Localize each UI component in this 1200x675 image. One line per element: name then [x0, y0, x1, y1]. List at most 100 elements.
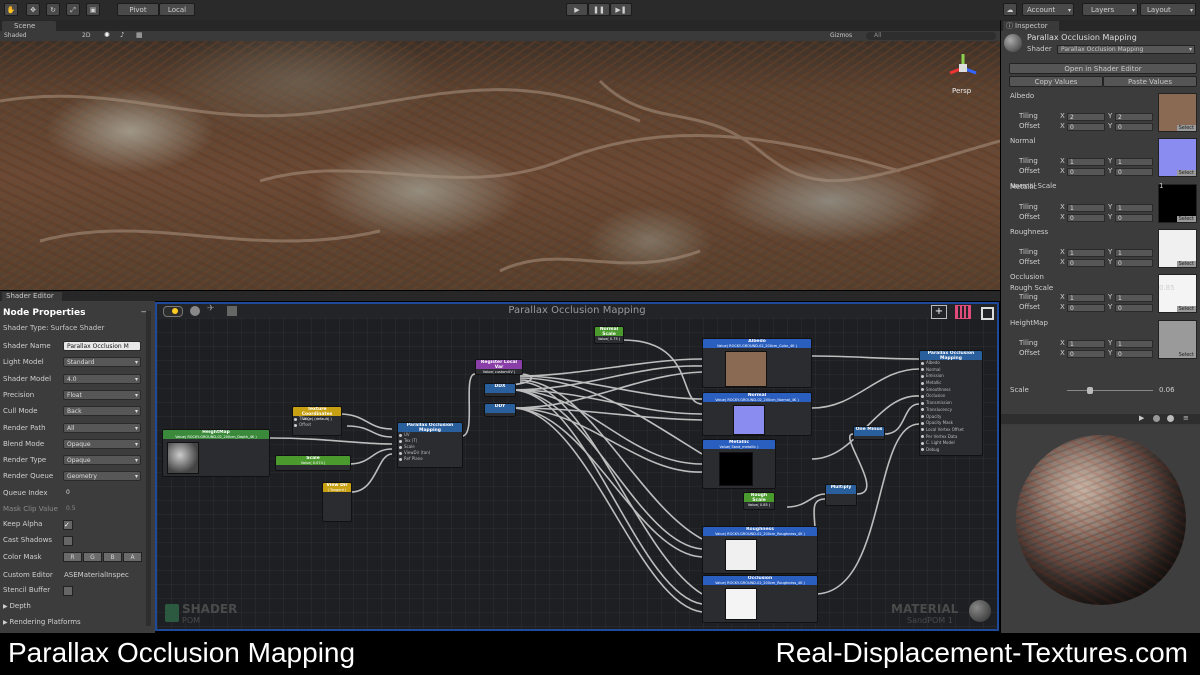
layers-dropdown[interactable]: Layers [1082, 3, 1138, 17]
tiling-x-field[interactable]: 1 [1067, 248, 1105, 257]
property-field[interactable]: 0 [63, 488, 141, 498]
offset-port[interactable]: Offset [293, 422, 341, 428]
output-input-port[interactable]: Smoothness [920, 387, 982, 394]
custom-editor-field[interactable]: ASEMaterialInspec [64, 568, 129, 582]
tiling-y-field[interactable]: 1 [1115, 248, 1153, 257]
layout-dropdown[interactable]: Layout [1140, 3, 1196, 17]
property-dropdown[interactable]: All [63, 422, 141, 433]
keep-alpha-checkbox[interactable]: ✓ [63, 520, 73, 530]
scale-slider-handle[interactable] [1087, 387, 1093, 394]
scale-slider-track[interactable] [1067, 390, 1153, 391]
preview-light-icon[interactable] [1167, 415, 1174, 422]
scale-node[interactable]: Scale Value( 0.074 ) [275, 455, 351, 471]
tiling-x-field[interactable]: 1 [1067, 294, 1105, 303]
tiling-y-field[interactable]: 1 [1115, 339, 1153, 348]
shader-dropdown[interactable]: Parallax Occlusion Mapping [1057, 45, 1195, 54]
output-input-port[interactable]: Albedo [920, 360, 982, 367]
output-input-port[interactable]: Debug [920, 447, 982, 454]
output-input-port[interactable]: C. Light Model [920, 440, 982, 447]
open-in-shader-editor-button[interactable]: Open in Shader Editor [1009, 63, 1197, 74]
step-button[interactable]: ▶❚ [610, 3, 632, 16]
scale-tool-icon[interactable]: ⤢ [66, 3, 80, 16]
tiling-x-field[interactable]: 2 [1067, 113, 1105, 121]
normal-sampler-node[interactable]: Normal Value( ROCKY-GROUND-02_200cm_Norma… [702, 392, 812, 436]
color-mask-r-button[interactable]: R [63, 552, 82, 562]
play-button[interactable]: ▶ [566, 3, 588, 16]
normal-scale-value[interactable]: 1 [1159, 182, 1163, 190]
offset-y-field[interactable]: 0 [1115, 213, 1153, 222]
stencil-buffer-checkbox[interactable] [63, 586, 73, 596]
color-mask-b-button[interactable]: B [103, 552, 122, 562]
preview-play-icon[interactable]: ▶ [1139, 414, 1144, 422]
pause-button[interactable]: ❚❚ [588, 3, 610, 16]
scene-search-input[interactable]: All [866, 32, 996, 40]
output-input-port[interactable]: Transmission [920, 400, 982, 407]
one-minus-node[interactable]: One Minus [853, 426, 885, 440]
albedo-sampler-node[interactable]: Albedo Value( ROCKY-GROUND-02_200cm_Color… [702, 338, 812, 388]
occlusion-sampler-node[interactable]: Occlusion Value( ROCKY-GROUND-02_200cm_Ro… [702, 575, 818, 623]
move-tool-icon[interactable]: ✥ [26, 3, 40, 16]
output-input-port[interactable]: Opacity Mask [920, 420, 982, 427]
property-dropdown[interactable]: Geometry [63, 471, 141, 482]
property-dropdown[interactable]: Opaque [63, 455, 141, 466]
texture-slot[interactable]: Select [1158, 228, 1197, 268]
scale-value[interactable]: 0.06 [1159, 386, 1175, 394]
normal-scale-node[interactable]: Normal Scale Value( 0.75 ) [594, 326, 624, 344]
tiling-y-field[interactable]: 1 [1115, 158, 1153, 167]
texture-slot[interactable]: Select [1158, 93, 1197, 132]
persp-label[interactable]: Persp [952, 87, 971, 95]
2d-toggle[interactable]: 2D [82, 32, 90, 39]
rough-scale-value[interactable]: 0.85 [1159, 284, 1175, 292]
heightmap-node[interactable]: HeightMap Value( ROCKY-GROUND-02_200cm_De… [162, 429, 270, 477]
texture-slot[interactable]: Select [1158, 138, 1197, 178]
gizmos-dropdown[interactable]: Gizmos [830, 32, 852, 39]
select-texture-button[interactable]: Select [1176, 306, 1196, 313]
select-texture-button[interactable]: Select [1176, 170, 1196, 177]
tiling-x-field[interactable]: 1 [1067, 203, 1105, 212]
pom-input-port[interactable]: Ref Plane [398, 456, 462, 462]
offset-x-field[interactable]: 0 [1067, 168, 1105, 177]
tiling-x-field[interactable]: 1 [1067, 158, 1105, 167]
offset-x-field[interactable]: 0 [1067, 304, 1105, 313]
property-dropdown[interactable]: Float [63, 389, 141, 400]
pom-node[interactable]: Parallax Occlusion Mapping UV Tex (T) Scal… [397, 422, 463, 468]
offset-y-field[interactable]: 0 [1115, 258, 1153, 267]
output-input-port[interactable]: Local Vertex Offset [920, 427, 982, 434]
offset-y-field[interactable]: 0 [1115, 304, 1153, 313]
cloud-icon[interactable]: ☁ [1003, 3, 1017, 16]
pivot-toggle[interactable]: Pivot [117, 3, 159, 16]
property-dropdown[interactable]: Opaque [63, 438, 141, 449]
tiling-y-field[interactable]: 1 [1115, 203, 1153, 212]
tab-scene[interactable]: Scene [2, 21, 56, 31]
local-toggle[interactable]: Local [159, 3, 195, 16]
select-texture-button[interactable]: Select [1176, 260, 1196, 267]
scene-viewport[interactable]: Persp [0, 41, 1000, 290]
rendering-platforms-foldout[interactable]: ▶ Rendering Platforms [3, 615, 143, 629]
offset-y-field[interactable]: 0 [1115, 123, 1153, 131]
property-dropdown[interactable]: Back [63, 406, 141, 417]
ddx-node[interactable]: DDX [484, 383, 516, 397]
ddy-node[interactable]: DDY [484, 403, 516, 417]
tab-inspector[interactable]: ⓘ Inspector [1003, 21, 1059, 31]
offset-y-field[interactable]: 0 [1115, 349, 1153, 358]
rough-scale-node[interactable]: Rough Scale Value( 0.85 ) [743, 492, 775, 510]
preview-options-icon[interactable]: ≡ [1183, 414, 1189, 422]
output-input-port[interactable]: Emission [920, 373, 982, 380]
preview-sphere[interactable] [1016, 435, 1186, 605]
panel-scrollbar[interactable] [146, 311, 151, 626]
output-input-port[interactable]: Normal [920, 367, 982, 374]
shading-dropdown[interactable]: Shaded [4, 32, 27, 39]
tiling-y-field[interactable]: 1 [1115, 294, 1153, 303]
lighting-icon[interactable]: ✺ [104, 31, 110, 39]
preview-sphere-icon[interactable] [1153, 415, 1160, 422]
rotate-tool-icon[interactable]: ↻ [46, 3, 60, 16]
output-input-port[interactable]: Translucency [920, 407, 982, 414]
tab-shader-editor[interactable]: Shader Editor [2, 292, 62, 301]
offset-x-field[interactable]: 0 [1067, 213, 1105, 222]
cast-shadows-checkbox[interactable] [63, 536, 73, 546]
select-texture-button[interactable]: Select [1176, 351, 1196, 358]
output-input-port[interactable]: Opacity [920, 414, 982, 421]
multiply-node[interactable]: Multiply [825, 484, 857, 506]
offset-x-field[interactable]: 0 [1067, 123, 1105, 131]
node-graph-canvas[interactable]: ✈ Parallax Occlusion Mapping + HeightMap… [155, 302, 999, 631]
